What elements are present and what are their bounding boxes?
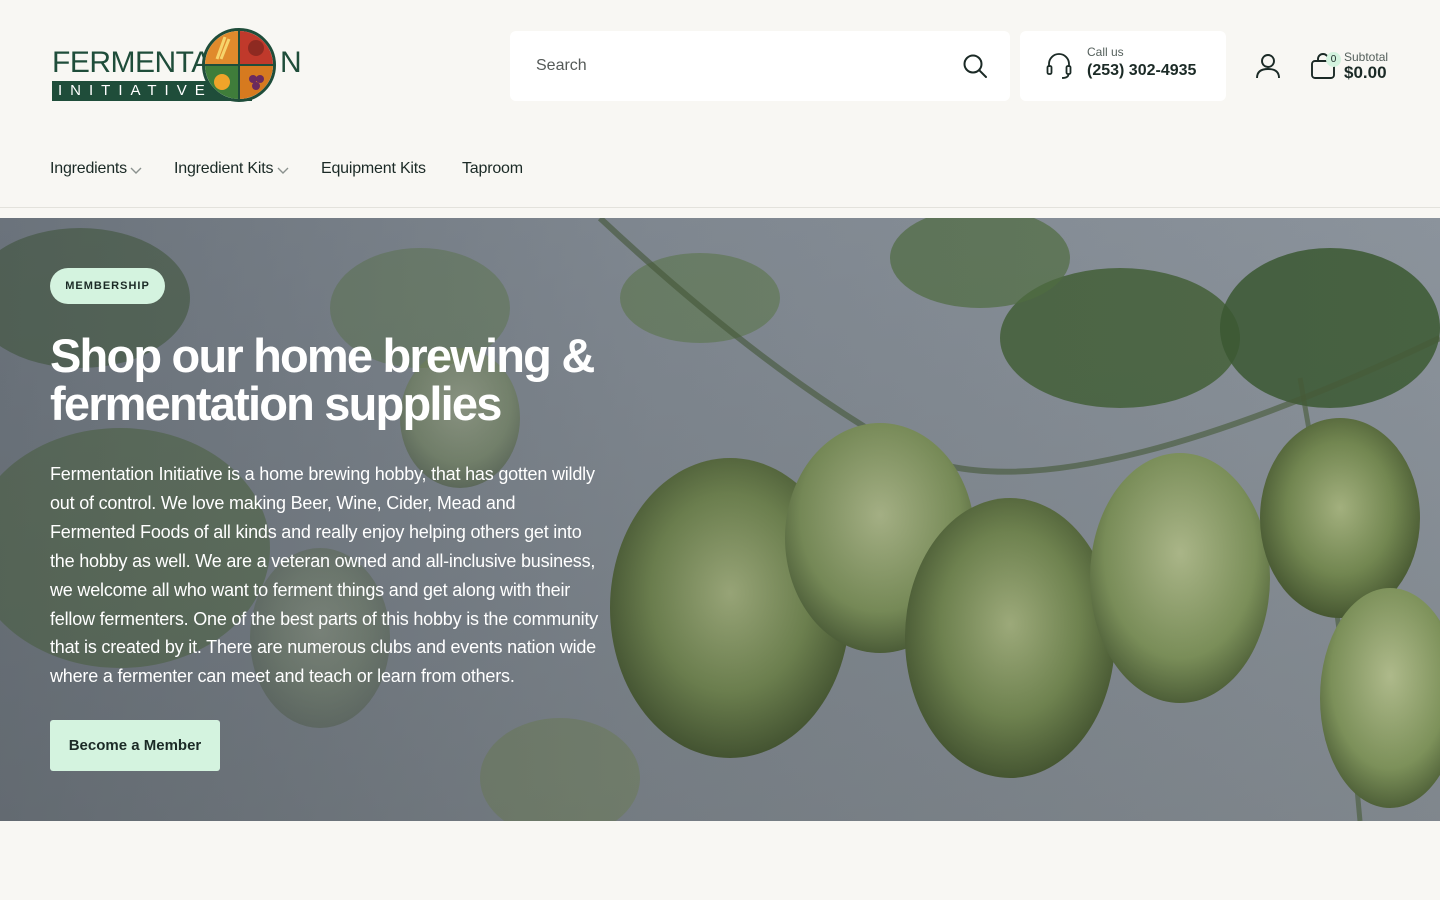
nav-item-label: Ingredient Kits [174,160,274,177]
nav-item-ingredients[interactable]: Ingredients [50,160,142,180]
nav-item-taproom[interactable]: Taproom [462,160,523,180]
subtotal-value: $0.00 [1344,63,1387,82]
nav-item-label: Ingredients [50,160,127,177]
headset-icon [1046,53,1072,79]
subtotal-label: Subtotal [1344,50,1389,64]
logo-emblem-icon [202,28,276,102]
hero-title: Shop our home brewing & fermentation sup… [50,329,595,430]
search-box [510,31,1010,101]
nav-item-label: Taproom [462,160,523,177]
nav-item-ingredient-kits[interactable]: Ingredient Kits [174,160,289,180]
phone-number[interactable]: (253) 302-4935 [1087,62,1196,80]
main-navigation: Ingredients Ingredient Kits Equipment Ki… [0,140,1440,208]
nav-item-equipment-kits[interactable]: Equipment Kits [321,160,426,180]
membership-badge: MEMBERSHIP [50,268,165,304]
site-header: FERMENTATI N INITIATIVE Search Call us (… [0,0,1440,130]
call-us-box[interactable]: Call us (253) 302-4935 [1020,31,1226,101]
account-icon[interactable] [1255,52,1281,80]
chevron-down-icon [130,167,142,174]
hero-banner: MEMBERSHIP Shop our home brewing & ferme… [0,218,1440,821]
nav-item-label: Equipment Kits [321,160,426,177]
search-input[interactable] [536,51,936,81]
hero-description: Fermentation Initiative is a home brewin… [50,464,599,687]
become-member-button[interactable]: Become a Member [50,720,220,771]
chevron-down-icon [277,167,289,174]
search-icon[interactable] [962,53,988,79]
call-us-label: Call us [1087,45,1124,59]
cart[interactable]: 0 Subtotal $0.00 [1308,48,1400,88]
cart-count-badge: 0 [1326,52,1341,67]
brand-logo[interactable]: FERMENTATI N INITIATIVE [50,26,302,104]
